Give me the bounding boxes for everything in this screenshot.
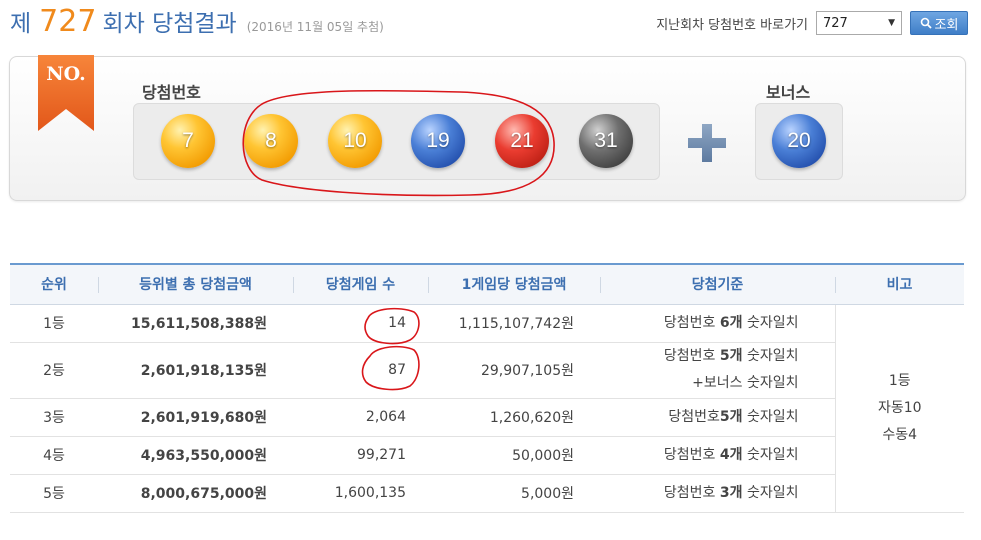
total-prize-cell: 8,000,675,000원 xyxy=(98,474,293,513)
lookup-button-label: 조회 xyxy=(934,17,959,33)
table-row: 4등 4,963,550,000원 99,271 50,000원 당첨번호 4개… xyxy=(10,436,964,475)
page-title: 제 727 회차 당첨결과 (2016년 11월 05일 추첨) xyxy=(10,4,384,44)
table-row: 5등 8,000,675,000원 1,600,135 5,000원 당첨번호 … xyxy=(10,474,964,513)
prize-per-game-cell: 5,000원 xyxy=(428,474,600,513)
col-prize-per-game: 1게임당 당첨금액 xyxy=(428,263,600,305)
title-prefix: 제 xyxy=(10,11,32,37)
winning-ball-6: 31 xyxy=(579,114,633,168)
winning-ball-3: 10 xyxy=(328,114,382,168)
criteria-cell: 당첨번호 3개 숫자일치 xyxy=(600,474,835,513)
bonus-ball: 20 xyxy=(772,114,826,168)
winning-games-cell: 2,064 xyxy=(293,398,428,437)
table-row: 2등 2,601,918,135원 87 29,907,105원 당첨번호 5개… xyxy=(10,342,964,399)
total-prize-cell: 4,963,550,000원 xyxy=(98,436,293,475)
draw-number: 727 xyxy=(39,4,97,39)
title-suffix: 회차 당첨결과 xyxy=(102,11,237,37)
prize-table: 순위 등위별 총 당첨금액 당첨게임 수 1게임당 당첨금액 당첨기준 비고 1… xyxy=(10,263,964,513)
rank-cell: 2등 xyxy=(10,342,98,399)
plus-icon xyxy=(688,124,726,162)
rank-cell: 3등 xyxy=(10,398,98,437)
winning-games-cell: 87 xyxy=(293,342,428,399)
col-winning-games: 당첨게임 수 xyxy=(293,263,428,305)
rank-cell: 4등 xyxy=(10,436,98,475)
winning-ball-1: 7 xyxy=(161,114,215,168)
table-header-row: 순위 등위별 총 당첨금액 당첨게임 수 1게임당 당첨금액 당첨기준 비고 xyxy=(10,263,964,305)
total-prize-cell: 2,601,919,680원 xyxy=(98,398,293,437)
ribbon-label: NO. xyxy=(46,63,86,85)
rank-cell: 1등 xyxy=(10,304,98,343)
table-row: 1등 15,611,508,388원 14 1,115,107,742원 당첨번… xyxy=(10,304,964,513)
winning-numbers-label: 당첨번호 xyxy=(142,83,201,102)
prize-per-game-cell: 1,260,620원 xyxy=(428,398,600,437)
bonus-label: 보너스 xyxy=(766,83,811,102)
draw-selector: 지난회차 당첨번호 바로가기 727 ▼ 조회 xyxy=(656,11,968,35)
winning-ball-5: 21 xyxy=(495,114,549,168)
draw-selector-label: 지난회차 당첨번호 바로가기 xyxy=(656,17,808,33)
table-row: 3등 2,601,919,680원 2,064 1,260,620원 당첨번호5… xyxy=(10,398,964,437)
lookup-button[interactable]: 조회 xyxy=(910,11,968,35)
total-prize-cell: 15,611,508,388원 xyxy=(98,304,293,343)
note-line: 수동4 xyxy=(882,426,918,443)
prize-per-game-cell: 1,115,107,742원 xyxy=(428,304,600,343)
draw-date: (2016년 11월 05일 추첨) xyxy=(246,20,384,34)
winning-ball-4: 19 xyxy=(411,114,465,168)
prize-per-game-cell: 29,907,105원 xyxy=(428,342,600,399)
col-rank: 순위 xyxy=(10,263,98,305)
criteria-cell: 당첨번호 6개 숫자일치 xyxy=(600,304,835,343)
search-icon xyxy=(920,17,932,29)
criteria-cell: 당첨번호 5개 숫자일치 +보너스 숫자일치 xyxy=(600,342,835,399)
rank-cell: 5등 xyxy=(10,474,98,513)
winning-ball-2: 8 xyxy=(244,114,298,168)
note-cell: 1등 자동10 수동4 xyxy=(834,304,964,513)
col-note: 비고 xyxy=(835,263,964,305)
ribbon-badge: NO. xyxy=(38,55,94,131)
total-prize-cell: 2,601,918,135원 xyxy=(98,342,293,399)
draw-select-value: 727 xyxy=(823,15,848,31)
col-criteria: 당첨기준 xyxy=(600,263,835,305)
criteria-cell: 당첨번호 4개 숫자일치 xyxy=(600,436,835,475)
note-line: 자동10 xyxy=(877,399,922,416)
dropdown-arrow-icon: ▼ xyxy=(888,18,895,28)
note-line: 1등 xyxy=(888,372,911,389)
winning-games-cell: 1,600,135 xyxy=(293,474,428,513)
winning-games-cell: 99,271 xyxy=(293,436,428,475)
winning-games-cell: 14 xyxy=(293,304,428,343)
col-total-prize: 등위별 총 당첨금액 xyxy=(98,263,293,305)
draw-select[interactable]: 727 ▼ xyxy=(816,11,902,35)
prize-per-game-cell: 50,000원 xyxy=(428,436,600,475)
criteria-cell: 당첨번호5개 숫자일치 xyxy=(600,398,835,437)
